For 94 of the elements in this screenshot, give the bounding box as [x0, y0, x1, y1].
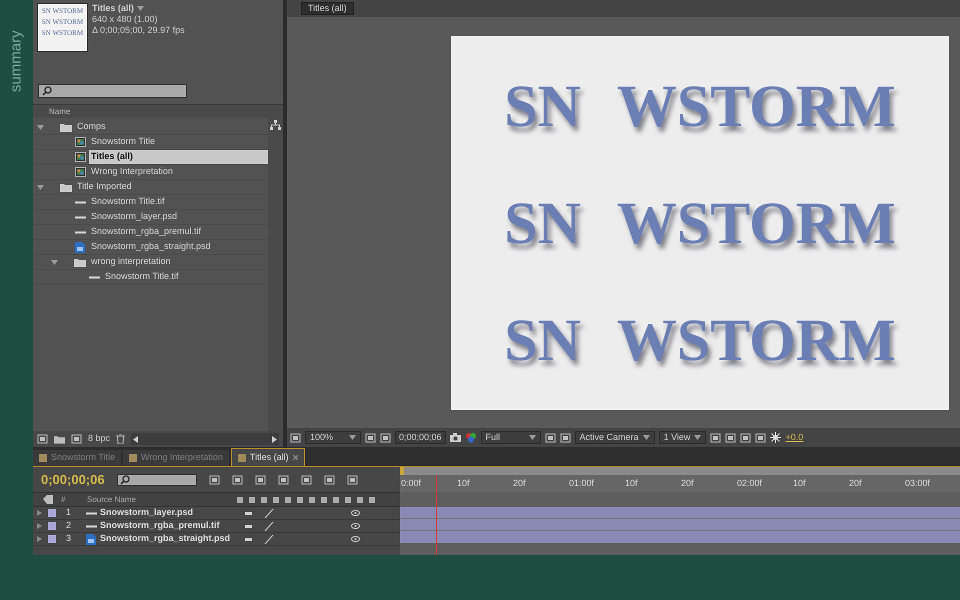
disclosure-caret-icon[interactable]	[37, 184, 44, 190]
camera-icon[interactable]	[450, 433, 461, 442]
footage-icon	[86, 524, 97, 528]
title-text: SN WSTORM	[504, 192, 896, 253]
project-item[interactable]: Snowstorm Title.tif	[33, 270, 268, 285]
footage-icon	[74, 200, 86, 204]
column-header[interactable]: Name	[33, 104, 283, 118]
layer-number: 3	[66, 532, 72, 546]
project-item[interactable]: Comps	[33, 120, 268, 135]
ruler-label: 03:00f	[904, 476, 932, 490]
label-swatch[interactable]	[48, 522, 56, 530]
ruler-label: 01:00f	[568, 476, 596, 490]
disclosure-caret-icon[interactable]	[37, 124, 44, 130]
dropdown[interactable]: Full	[480, 431, 541, 444]
visibility-eye-icon[interactable]	[351, 510, 360, 516]
close-icon[interactable]	[292, 455, 298, 460]
caret-icon[interactable]	[642, 434, 650, 441]
ruler-label: 10f	[792, 476, 807, 490]
ruler-label: 20f	[680, 476, 695, 490]
disclosure-caret-icon[interactable]	[37, 510, 42, 516]
project-item[interactable]: Snowstorm Title.tif	[33, 195, 268, 210]
scrollbar[interactable]	[268, 118, 283, 431]
folder-icon	[60, 122, 72, 132]
project-item[interactable]: Snowstorm_rgba_premul.tif	[33, 225, 268, 240]
timeline-tab[interactable]: Wrong Interpretation	[123, 450, 229, 466]
ruler-label: 0:00f	[400, 476, 422, 490]
comp-info: 640 x 480 (1.00)	[92, 14, 159, 25]
layer-name[interactable]: Snowstorm_rgba_premul.tif	[100, 519, 245, 533]
search-icon	[42, 86, 52, 96]
label-tag-icon	[43, 495, 53, 504]
project-item[interactable]: wrong interpretation	[33, 255, 268, 270]
column-header[interactable]: Source Name	[87, 494, 237, 506]
ruler-label: 10f	[456, 476, 471, 490]
viewer-tab[interactable]: Titles (all)	[301, 2, 354, 15]
footage-icon	[88, 276, 100, 278]
color-channels-icon[interactable]	[464, 432, 477, 443]
project-item[interactable]: Title Imported	[33, 180, 268, 195]
caret-icon[interactable]	[136, 5, 144, 12]
layer-name[interactable]: Snowstorm_layer.psd	[100, 506, 245, 520]
footage-icon	[86, 512, 97, 514]
title-text: SN WSTORM	[504, 76, 896, 136]
left-arrow-icon[interactable]	[133, 436, 138, 442]
caret-icon[interactable]	[349, 434, 356, 441]
ruler-label: 10f	[624, 476, 639, 490]
folder-icon[interactable]	[54, 434, 65, 444]
footage-icon	[74, 216, 86, 218]
side-label: summary	[6, 30, 26, 92]
layer-number: 2	[66, 519, 72, 532]
ruler-label: 20f	[848, 476, 863, 490]
search-field[interactable]	[38, 84, 187, 98]
exposure-icon[interactable]	[770, 432, 782, 443]
search-field[interactable]	[116, 474, 197, 486]
disclosure-caret-icon[interactable]	[51, 258, 58, 266]
horizontal-scrollbar[interactable]	[131, 433, 279, 445]
title-text: SN WSTORM	[504, 310, 896, 370]
layer-name[interactable]: Snowstorm_rgba_straight.psd	[100, 532, 245, 546]
photoshop-file-icon	[75, 242, 85, 252]
visibility-eye-icon[interactable]	[351, 523, 360, 529]
disclosure-caret-icon[interactable]	[37, 523, 42, 529]
timeline-tab[interactable]: Titles (all)	[230, 448, 305, 466]
trash-icon[interactable]	[116, 434, 126, 444]
label-swatch[interactable]	[48, 509, 56, 517]
column-header[interactable]: #	[61, 494, 87, 506]
composition-color-swatch	[39, 454, 47, 462]
photoshop-file-icon	[86, 534, 96, 544]
folder-icon	[74, 258, 86, 266]
footage-icon	[74, 230, 86, 234]
label-swatch[interactable]	[48, 535, 56, 543]
dropdown[interactable]: Active Camera	[574, 431, 655, 444]
exposure-value[interactable]: +0.0	[785, 430, 804, 444]
project-item[interactable]: Snowstorm_layer.psd	[33, 210, 268, 225]
layer-number: 1	[66, 506, 72, 520]
caret-icon[interactable]	[694, 434, 702, 441]
timeline-tab[interactable]: Snowstorm Title	[33, 450, 122, 466]
right-arrow-icon[interactable]	[272, 436, 277, 442]
folder-icon	[60, 182, 72, 192]
caret-icon[interactable]	[528, 434, 536, 441]
timecode-field[interactable]: 0;00;00;06	[395, 431, 446, 444]
composition-color-swatch	[238, 454, 246, 462]
composition-color-swatch	[129, 454, 138, 462]
current-time[interactable]: 0;00;00;06	[41, 470, 105, 490]
search-icon	[120, 474, 130, 484]
visibility-eye-icon[interactable]	[351, 536, 360, 542]
bit-depth[interactable]: 8 bpc	[88, 432, 110, 446]
ruler-label: 20f	[512, 476, 527, 490]
disclosure-caret-icon[interactable]	[37, 536, 42, 542]
comp-info: Δ 0;00;05;00, 29.97 fps	[92, 25, 185, 36]
project-item[interactable]: Snowstorm_rgba_straight.psd	[33, 240, 268, 255]
dropdown[interactable]: 100%	[305, 431, 361, 444]
dropdown[interactable]: 1 View	[658, 431, 706, 444]
time-ruler[interactable]: 0:00f 10f 20f 01:00f 10f 20f 02:00f 10f 20f 03:00f	[400, 475, 960, 492]
project-item[interactable]: Wrong Interpretation	[33, 165, 268, 180]
ruler-label: 02:00f	[736, 476, 764, 490]
comp-name: Titles (all)	[92, 3, 134, 14]
